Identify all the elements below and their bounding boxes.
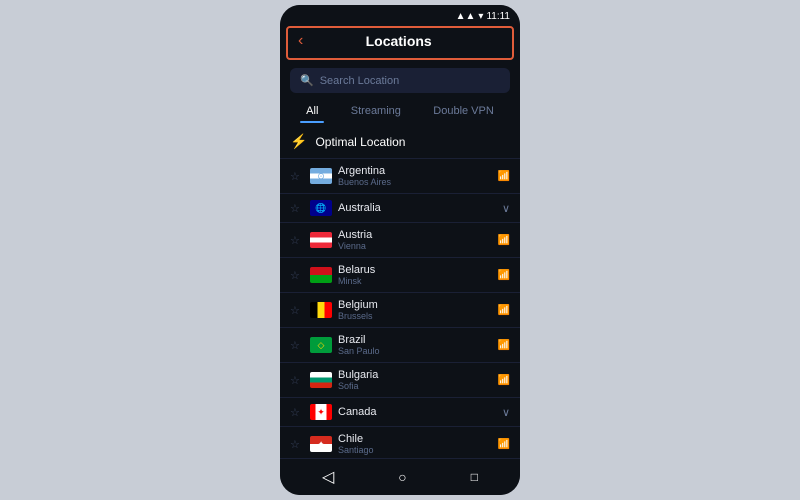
list-item[interactable]: ☆ Austria Vienna 📶	[280, 222, 520, 257]
signal-icon: 📶	[498, 375, 510, 386]
favorite-star-icon[interactable]: ☆	[290, 202, 304, 215]
location-info: Chile Santiago	[338, 433, 492, 455]
favorite-star-icon[interactable]: ☆	[290, 234, 304, 247]
optimal-label: Optimal Location	[315, 135, 405, 149]
back-button[interactable]: ‹	[298, 32, 303, 50]
favorite-star-icon[interactable]: ☆	[290, 170, 304, 183]
flag-belarus	[310, 267, 332, 283]
page-title: Locations	[311, 33, 502, 49]
back-nav-icon[interactable]: ◁	[322, 467, 334, 487]
favorite-star-icon[interactable]: ☆	[290, 269, 304, 282]
location-info: Argentina Buenos Aires	[338, 165, 492, 187]
home-nav-icon[interactable]: ○	[398, 469, 406, 485]
location-info: Belarus Minsk	[338, 264, 492, 286]
favorite-star-icon[interactable]: ☆	[290, 438, 304, 451]
search-bar[interactable]: 🔍 Search Location	[290, 68, 510, 93]
tabs-container: All Streaming Double VPN	[280, 101, 520, 121]
nav-bar: ◁ ○ □	[280, 458, 520, 495]
favorite-star-icon[interactable]: ☆	[290, 374, 304, 387]
flag-australia: 🌐	[310, 200, 332, 216]
list-item[interactable]: ☆ Bulgaria Sofia 📶	[280, 362, 520, 397]
location-info: Australia	[338, 202, 496, 214]
location-info: Belgium Brussels	[338, 299, 492, 321]
location-list: ⚡ Optimal Location ☆ ⊙ Argentina Buenos …	[280, 125, 520, 458]
wifi-icon: ▾	[478, 11, 483, 22]
signal-icon: 📶	[498, 235, 510, 246]
phone-container: ▲▲ ▾ 11:11 ‹ Locations 🔍 Search Location…	[280, 5, 520, 495]
status-icons: ▲▲ ▾ 11:11	[456, 11, 510, 22]
optimal-location-item[interactable]: ⚡ Optimal Location	[280, 125, 520, 158]
signal-bars-icon: ▲▲	[456, 11, 476, 22]
flag-argentina: ⊙	[310, 168, 332, 184]
status-bar: ▲▲ ▾ 11:11	[280, 5, 520, 26]
signal-icon: 📶	[498, 439, 510, 450]
favorite-star-icon[interactable]: ☆	[290, 406, 304, 419]
location-info: Austria Vienna	[338, 229, 492, 251]
list-item[interactable]: ☆ ◇ Brazil San Paulo 📶	[280, 327, 520, 362]
flag-austria	[310, 232, 332, 248]
list-item[interactable]: ☆ 🌐 Australia ∨	[280, 193, 520, 222]
search-placeholder: Search Location	[320, 75, 400, 87]
favorite-star-icon[interactable]: ☆	[290, 304, 304, 317]
tab-streaming[interactable]: Streaming	[345, 101, 407, 121]
search-icon: 🔍	[300, 74, 314, 87]
signal-icon: 📶	[498, 171, 510, 182]
flag-bulgaria	[310, 372, 332, 388]
flag-belgium	[310, 302, 332, 318]
list-item[interactable]: ☆ ✦ Chile Santiago 📶	[280, 426, 520, 458]
location-info: Bulgaria Sofia	[338, 369, 492, 391]
signal-icon: 📶	[498, 270, 510, 281]
favorite-star-icon[interactable]: ☆	[290, 339, 304, 352]
location-info: Canada	[338, 406, 496, 418]
location-info: Brazil San Paulo	[338, 334, 492, 356]
signal-icon: 📶	[498, 340, 510, 351]
signal-icon: 📶	[498, 305, 510, 316]
time-display: 11:11	[486, 11, 510, 22]
list-item[interactable]: ☆ Belgium Brussels 📶	[280, 292, 520, 327]
recents-nav-icon[interactable]: □	[471, 470, 478, 484]
list-item[interactable]: ☆ Belarus Minsk 📶	[280, 257, 520, 292]
flag-brazil: ◇	[310, 337, 332, 353]
tab-all[interactable]: All	[300, 101, 324, 121]
list-item[interactable]: ☆ ✦ Canada ∨	[280, 397, 520, 426]
chevron-down-icon: ∨	[502, 202, 510, 215]
flag-chile: ✦	[310, 436, 332, 452]
header: ‹ Locations	[286, 26, 514, 60]
list-item[interactable]: ☆ ⊙ Argentina Buenos Aires 📶	[280, 158, 520, 193]
chevron-down-icon: ∨	[502, 406, 510, 419]
flag-canada: ✦	[310, 404, 332, 420]
optimal-icon: ⚡	[290, 133, 307, 150]
tab-double-vpn[interactable]: Double VPN	[427, 101, 500, 121]
